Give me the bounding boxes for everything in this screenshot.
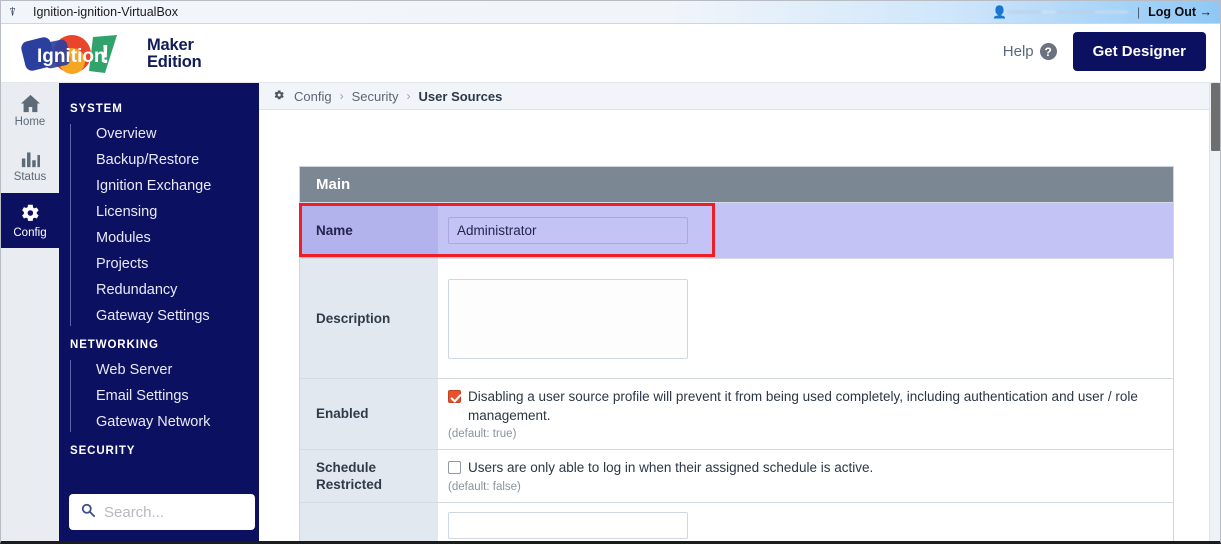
- vm-window-icon: ⍒: [9, 5, 17, 19]
- home-icon: [20, 94, 41, 113]
- schedule-restricted-default-hint: (default: false): [448, 480, 521, 493]
- field-label-schedule-restricted: Schedule Restricted: [300, 450, 438, 502]
- help-label: Help: [1002, 43, 1034, 60]
- rail-item-status[interactable]: Status: [1, 138, 59, 193]
- gear-icon: [273, 89, 285, 104]
- breadcrumb-separator: ›: [339, 89, 344, 103]
- brand-edition-label: Maker Edition: [147, 37, 202, 71]
- ignition-logo-icon: Ignition !: [19, 31, 141, 77]
- svg-text:Ignition: Ignition: [37, 46, 106, 67]
- nav-section-security-title: SECURITY: [70, 445, 136, 457]
- table-row: [300, 501, 1173, 541]
- panel-title: Main: [300, 167, 1173, 202]
- brand-edition-line1: Maker: [147, 36, 194, 55]
- scrollbar-thumb[interactable]: [1211, 83, 1220, 151]
- svg-text:!: !: [101, 39, 110, 69]
- search-icon: [81, 503, 95, 522]
- user-icon: 👤: [992, 5, 1007, 19]
- sidebar-item-email-settings[interactable]: Email Settings: [70, 383, 259, 409]
- field-value-name: [438, 203, 1173, 258]
- header-actions: Help ? Get Designer: [1003, 32, 1206, 71]
- nav-group-networking: Web Server Email Settings Gateway Networ…: [59, 357, 259, 435]
- divider: |: [1137, 5, 1141, 19]
- description-textarea[interactable]: [448, 278, 688, 359]
- help-link[interactable]: Help ?: [1003, 43, 1057, 60]
- nav-section-networking-title: NETWORKING: [70, 339, 159, 351]
- breadcrumb-item-security[interactable]: Security: [352, 89, 399, 104]
- secondary-nav: SYSTEM Overview Backup/Restore Ignition …: [59, 83, 259, 541]
- nav-section-system-title: SYSTEM: [70, 103, 123, 115]
- window-session-controls: 👤 | Log Out →: [992, 1, 1220, 23]
- window-title: Ignition-ignition-VirtualBox: [33, 5, 178, 19]
- window-title-bar: ⍒ Ignition-ignition-VirtualBox 👤 | Log O…: [1, 1, 1220, 24]
- gateway-webpage: ⍒ Ignition-ignition-VirtualBox 👤 | Log O…: [0, 0, 1221, 544]
- sidebar-item-modules[interactable]: Modules: [70, 225, 259, 251]
- field-label-description: Description: [300, 259, 438, 378]
- name-input[interactable]: [448, 217, 688, 244]
- field-label-next: [300, 502, 438, 541]
- sidebar-item-overview[interactable]: Overview: [70, 121, 259, 147]
- next-field-input[interactable]: [448, 511, 688, 539]
- table-row: Enabled Disabling a user source profile …: [300, 378, 1173, 450]
- enabled-checkbox-line: Disabling a user source profile will pre…: [448, 388, 1159, 425]
- schedule-restricted-checkbox[interactable]: [448, 461, 461, 475]
- sidebar-item-gateway-network[interactable]: Gateway Network: [70, 409, 259, 435]
- field-value-description: [438, 259, 1173, 378]
- app-header: Ignition ! Maker Edition Help ? Get Desi…: [1, 24, 1220, 83]
- brand-logo[interactable]: Ignition ! Maker Edition: [19, 30, 259, 78]
- enabled-default-hint: (default: true): [448, 428, 517, 441]
- breadcrumb: Config › Security › User Sources: [259, 83, 1211, 110]
- table-row: Schedule Restricted Users are only able …: [300, 449, 1173, 502]
- gear-icon: [19, 202, 41, 224]
- enabled-description: Disabling a user source profile will pre…: [468, 389, 1138, 423]
- breadcrumb-item-config[interactable]: Config: [294, 89, 332, 104]
- sidebar-item-gateway-settings[interactable]: Gateway Settings: [70, 303, 259, 329]
- sidebar-item-licensing[interactable]: Licensing: [70, 199, 259, 225]
- breadcrumb-separator: ›: [406, 89, 411, 103]
- schedule-restricted-checkbox-line: Users are only able to log in when their…: [448, 459, 1159, 478]
- field-label-enabled: Enabled: [300, 379, 438, 450]
- rail-item-config-label: Config: [13, 227, 47, 239]
- nav-group-system: Overview Backup/Restore Ignition Exchang…: [59, 121, 259, 329]
- schedule-restricted-description: Users are only able to log in when their…: [468, 460, 874, 476]
- field-value-enabled: Disabling a user source profile will pre…: [438, 379, 1173, 450]
- sidebar-item-ignition-exchange[interactable]: Ignition Exchange: [70, 173, 259, 199]
- vertical-scrollbar[interactable]: [1209, 83, 1220, 541]
- field-value-next: [438, 502, 1173, 541]
- rail-item-home[interactable]: Home: [1, 83, 59, 138]
- field-label-name: Name: [300, 203, 438, 258]
- rail-item-config[interactable]: Config: [1, 193, 59, 248]
- get-designer-button[interactable]: Get Designer: [1072, 32, 1206, 71]
- main-content: Main Name Description Enabled: [259, 110, 1211, 541]
- sidebar-item-projects[interactable]: Projects: [70, 251, 259, 277]
- log-out-button[interactable]: Log Out →: [1148, 5, 1212, 19]
- brand-edition-line2: Edition: [147, 53, 202, 71]
- chart-icon: [20, 149, 41, 168]
- breadcrumb-item-user-sources: User Sources: [418, 88, 503, 104]
- primary-nav-rail: Home Status Config: [1, 83, 59, 541]
- search-input-placeholder: Search...: [104, 503, 165, 521]
- sidebar-item-web-server[interactable]: Web Server: [70, 357, 259, 383]
- rail-item-home-label: Home: [14, 115, 46, 128]
- rail-item-status-label: Status: [13, 170, 47, 183]
- settings-panel: Main Name Description Enabled: [299, 166, 1174, 541]
- logged-in-username: [1008, 11, 1128, 13]
- sidebar-item-redundancy[interactable]: Redundancy: [70, 277, 259, 303]
- table-row: Description: [300, 258, 1173, 378]
- enabled-checkbox[interactable]: [448, 390, 461, 403]
- sidebar-search[interactable]: Search...: [69, 494, 255, 530]
- field-value-schedule-restricted: Users are only able to log in when their…: [438, 450, 1173, 502]
- question-mark-icon: ?: [1039, 43, 1057, 60]
- sidebar-item-backup-restore[interactable]: Backup/Restore: [70, 147, 259, 173]
- table-row: Name: [300, 202, 1173, 258]
